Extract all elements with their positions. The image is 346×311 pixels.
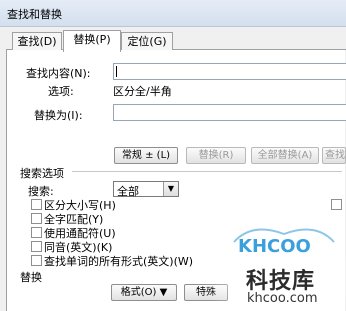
- less-options-button[interactable]: 常规 ± (L): [114, 147, 178, 164]
- find-next-button[interactable]: 查找: [322, 147, 346, 164]
- tab-goto[interactable]: 定位(G): [121, 32, 173, 51]
- replace-button[interactable]: 替换(R): [186, 147, 246, 164]
- chevron-down-icon[interactable]: ▼: [163, 182, 178, 196]
- match-case-checkbox[interactable]: [31, 199, 42, 210]
- options-label: 选项:: [48, 85, 74, 98]
- format-button[interactable]: 格式(O) ▼: [111, 284, 177, 301]
- window-title: 查找和替换: [7, 8, 62, 21]
- all-word-forms-checkbox[interactable]: [31, 255, 42, 266]
- tab-find[interactable]: 查找(D): [12, 32, 62, 51]
- title-bar: 查找和替换: [0, 0, 346, 27]
- replace-section-title: 替换: [20, 271, 42, 284]
- watermark-url: khcoo.com: [247, 291, 318, 306]
- sounds-like-checkbox[interactable]: [31, 241, 42, 252]
- find-what-label: 查找内容(N):: [26, 67, 91, 80]
- all-word-forms-label: 查找单词的所有形式(英文)(W): [44, 255, 194, 268]
- whole-word-checkbox[interactable]: [31, 213, 42, 224]
- options-value: 区分全/半角: [113, 85, 172, 98]
- text-cursor: [116, 66, 117, 77]
- replace-with-input[interactable]: [113, 104, 346, 121]
- wildcards-checkbox[interactable]: [31, 227, 42, 238]
- tab-replace[interactable]: 替换(P): [63, 30, 121, 52]
- logo-text: KHCOO: [238, 236, 311, 257]
- replace-all-button[interactable]: 全部替换(A): [251, 147, 319, 164]
- search-options-divider: [72, 171, 342, 172]
- find-what-input[interactable]: [113, 63, 346, 80]
- search-options-title: 搜索选项: [20, 167, 64, 180]
- khcoo-logo: KHCOO: [233, 228, 335, 257]
- replace-with-label: 替换为(I):: [34, 109, 83, 122]
- search-direction-value: 全部: [117, 185, 139, 198]
- right-option-checkbox[interactable]: [331, 199, 342, 210]
- search-direction-select[interactable]: 全部 ▼: [113, 181, 179, 198]
